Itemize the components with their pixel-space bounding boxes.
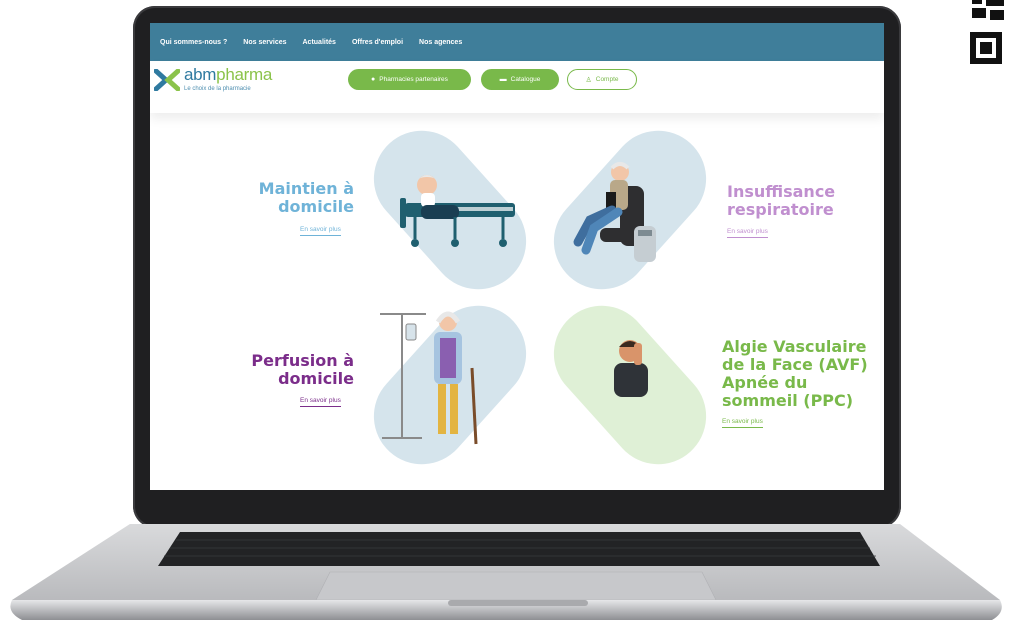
nav-item-qui-sommes-nous[interactable]: Qui sommes-nous ? (160, 39, 227, 46)
perfusion-title[interactable]: Perfusion à domicile (251, 352, 354, 388)
abm-logo-icon[interactable] (154, 69, 180, 91)
compte-button-label: Compte (595, 76, 619, 83)
maintien-title-line1: Maintien à (258, 179, 354, 198)
compte-button[interactable]: ♙ Compte (567, 69, 637, 90)
avf-title-line3: Apnée du (722, 373, 808, 392)
avf-title[interactable]: Algie Vasculaire de la Face (AVF) Apnée … (722, 338, 868, 410)
pin-icon: ● (371, 76, 376, 83)
perfusion-learn-more-link[interactable]: En savoir plus (300, 397, 341, 407)
avf-title-line1: Algie Vasculaire (722, 337, 867, 356)
nav-item-nos-services[interactable]: Nos services (243, 39, 286, 46)
respiratoire-title-line1: Insuffisance (727, 182, 836, 201)
laptop-screen: Qui sommes-nous ? Nos services Actualité… (150, 23, 884, 490)
top-navigation: Qui sommes-nous ? Nos services Actualité… (150, 23, 884, 61)
avf-title-line2: de la Face (AVF) (722, 355, 868, 374)
respiratoire-learn-more-link[interactable]: En savoir plus (727, 228, 768, 238)
logo-tagline: Le choix de la pharmacie (184, 86, 251, 92)
maintien-title[interactable]: Maintien à domicile (259, 180, 354, 216)
nav-item-actualites[interactable]: Actualités (303, 39, 336, 46)
headache-man-illustration (614, 340, 648, 397)
hospital-bed-illustration (400, 175, 515, 247)
avf-learn-more-link[interactable]: En savoir plus (722, 418, 763, 428)
logo-name-pharma: pharma (216, 65, 273, 84)
nav-item-nos-agences[interactable]: Nos agences (419, 39, 462, 46)
armchair-oxygen-illustration (573, 162, 656, 262)
maintien-title-line2: domicile (278, 197, 354, 216)
pharmacies-button-label: Pharmacies partenaires (379, 76, 448, 83)
catalogue-button[interactable]: ▬ Catalogue (481, 69, 559, 90)
respiratoire-title[interactable]: Insuffisance respiratoire (727, 183, 835, 219)
user-icon: ♙ (585, 76, 592, 84)
logo-wordmark[interactable]: abmpharma (184, 65, 272, 85)
site-header: abmpharma Le choix de la pharmacie ● Pha… (150, 61, 884, 113)
logo-name-abm: abm (184, 65, 217, 84)
perfusion-title-line2: domicile (278, 369, 354, 388)
iv-stand-patient-illustration (380, 311, 478, 445)
pharmacies-partenaires-button[interactable]: ● Pharmacies partenaires (348, 69, 471, 90)
brake-shortcut-icon (0, 592, 1011, 638)
catalogue-button-label: Catalogue (510, 76, 541, 83)
respiratoire-title-line2: respiratoire (727, 200, 834, 219)
perfusion-title-line1: Perfusion à (251, 351, 354, 370)
book-icon: ▬ (499, 76, 507, 83)
maintien-learn-more-link[interactable]: En savoir plus (300, 226, 341, 236)
laptop-bezel-bottom (150, 490, 884, 518)
avf-title-line4: sommeil (PPC) (722, 391, 854, 410)
nav-item-offres-emploi[interactable]: Offres d'emploi (352, 39, 403, 46)
qr-code-icon (970, 0, 1004, 64)
